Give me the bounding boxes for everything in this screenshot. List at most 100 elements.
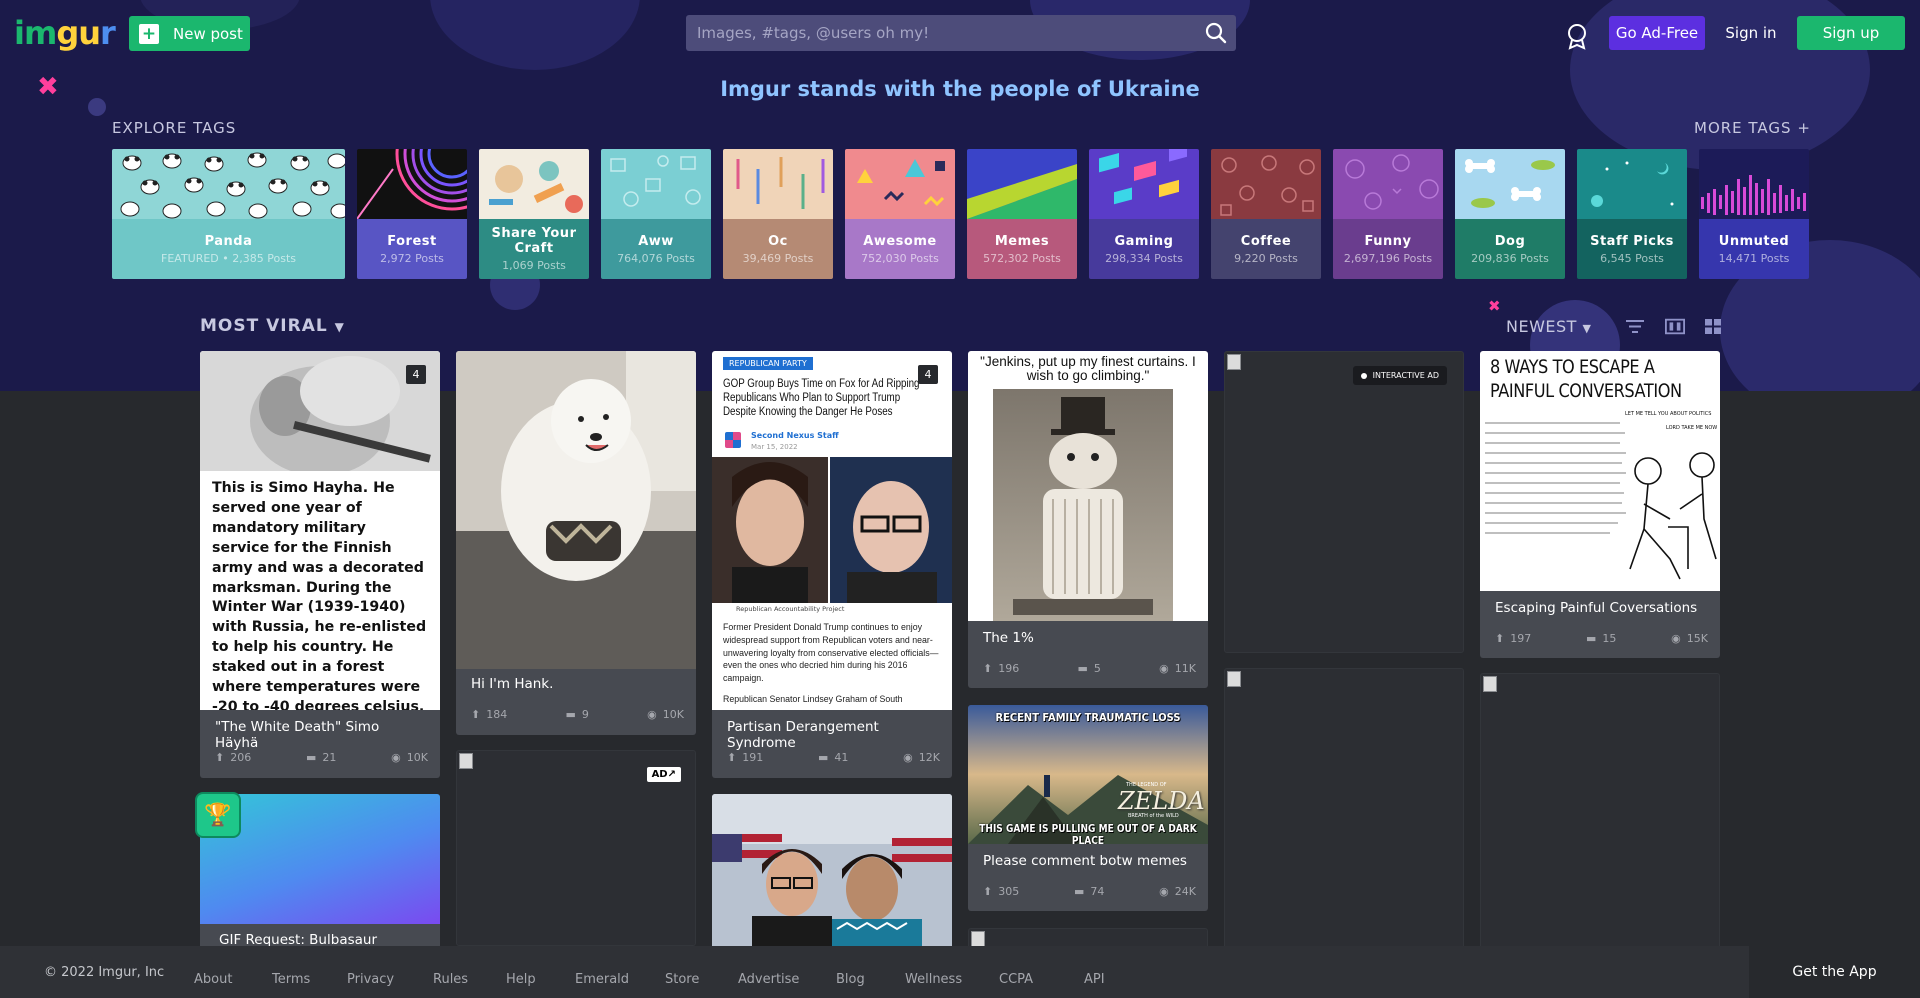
tag-name: Coffee: [1240, 233, 1292, 249]
new-post-button[interactable]: + New post: [129, 16, 250, 51]
upvote-icon[interactable]: ⬆: [727, 751, 736, 764]
views-icon: ◉: [391, 751, 401, 764]
sort-newest-dropdown[interactable]: NEWEST ▼: [1506, 317, 1592, 336]
post-card[interactable]: [712, 794, 952, 954]
tag-name: Funny: [1364, 233, 1412, 249]
soldier-photo: [200, 351, 440, 471]
grid-view-icon[interactable]: [1703, 318, 1723, 335]
post-title: Escaping Painful Coversations: [1495, 600, 1698, 616]
search-icon[interactable]: [1204, 21, 1228, 45]
post-image: [456, 351, 696, 669]
upvote-count: 196: [998, 662, 1020, 675]
footer-link-privacy[interactable]: Privacy: [347, 972, 394, 987]
footer-link-wellness[interactable]: Wellness: [905, 972, 962, 987]
tag-card-staff-picks[interactable]: Staff Picks 6,545 Posts: [1577, 149, 1687, 279]
imgur-logo[interactable]: imgur: [14, 14, 116, 52]
footer-link-rules[interactable]: Rules: [433, 972, 468, 987]
tag-count: 1,069 Posts: [502, 259, 566, 272]
cat-photo: [993, 389, 1173, 621]
tag-name: Forest: [387, 233, 437, 249]
tag-card-share-your-craft[interactable]: Share Your Craft 1,069 Posts: [479, 149, 589, 279]
post-card[interactable]: This is Simo Hayha. He served one year o…: [200, 351, 440, 778]
footer-link-advertise[interactable]: Advertise: [738, 972, 799, 987]
post-image: This is Simo Hayha. He served one year o…: [200, 351, 440, 710]
tag-count: FEATURED • 2,385 Posts: [161, 251, 296, 265]
post-stats: ⬆ 191 ▬ 41 ◉ 12K: [727, 751, 940, 764]
ad-slot[interactable]: AD↗: [456, 750, 696, 946]
upvote-icon[interactable]: ⬆: [983, 662, 992, 675]
broken-image-icon: [1483, 676, 1497, 692]
upvote-count: 197: [1510, 632, 1532, 645]
tag-card-forest[interactable]: Forest 2,972 Posts: [357, 149, 467, 279]
tag-card-memes[interactable]: Memes 572,302 Posts: [967, 149, 1077, 279]
sign-in-link[interactable]: Sign in: [1718, 16, 1784, 50]
search-input[interactable]: [686, 15, 1236, 51]
tag-card-oc[interactable]: Oc 39,469 Posts: [723, 149, 833, 279]
post-card[interactable]: Hi I'm Hank. ⬆ 184 ▬ 9 ◉ 10K: [456, 351, 696, 735]
ad-slot[interactable]: [1224, 668, 1464, 958]
interactive-ad-slot[interactable]: INTERACTIVE AD: [1224, 351, 1464, 653]
post-text: This is Simo Hayha. He served one year o…: [212, 480, 427, 710]
tag-name: Awesome: [863, 233, 937, 249]
tag-count: 39,469 Posts: [742, 251, 814, 265]
tag-name: Aww: [638, 233, 674, 249]
footer-link-terms[interactable]: Terms: [272, 972, 310, 987]
upvote-icon[interactable]: ⬆: [983, 885, 992, 898]
tag-count: 14,471 Posts: [1718, 251, 1790, 265]
post-card[interactable]: "Jenkins, put up my finest curtains. I w…: [968, 351, 1208, 688]
trophy-icon[interactable]: [1565, 22, 1589, 50]
panda-pattern: [120, 152, 345, 219]
tag-card-awesome[interactable]: Awesome 752,030 Posts: [845, 149, 955, 279]
tag-card-dog[interactable]: Dog 209,836 Posts: [1455, 149, 1565, 279]
post-image: [712, 794, 952, 954]
tag-art: [723, 149, 833, 219]
tag-art: [1333, 149, 1443, 219]
footer-link-store[interactable]: Store: [665, 972, 699, 987]
footer-link-api[interactable]: API: [1084, 972, 1105, 987]
article-source: Second Nexus Staff: [751, 431, 839, 440]
tag-art: [112, 149, 345, 219]
footer-link-help[interactable]: Help: [506, 972, 536, 987]
post-card[interactable]: RECENT FAMILY TRAUMATIC LOSS THE LEGEND …: [968, 705, 1208, 911]
sign-up-button[interactable]: Sign up: [1797, 16, 1905, 50]
article-body: Former President Donald Trump continues …: [723, 622, 939, 684]
ukraine-banner[interactable]: Imgur stands with the people of Ukraine: [0, 77, 1920, 101]
more-tags-link[interactable]: MORE TAGS +: [1694, 119, 1811, 137]
comment-count: 9: [581, 708, 589, 721]
post-title: "The White Death" Simo Häyhä: [215, 719, 380, 751]
tag-meta: Coffee 9,220 Posts: [1211, 219, 1321, 279]
article-headline: GOP Group Buys Time on Fox for Ad Rippin…: [723, 378, 920, 418]
interactive-ad-label: INTERACTIVE AD: [1372, 371, 1439, 380]
footer-link-blog[interactable]: Blog: [836, 972, 865, 987]
tag-card-coffee[interactable]: Coffee 9,220 Posts: [1211, 149, 1321, 279]
ad-label-badge[interactable]: AD↗: [646, 767, 681, 782]
upvote-icon[interactable]: ⬆: [471, 708, 480, 721]
view-count: 15K: [1686, 632, 1708, 645]
ad-slot[interactable]: [1480, 673, 1720, 958]
footer-link-emerald[interactable]: Emerald: [575, 972, 629, 987]
tag-card-aww[interactable]: Aww 764,076 Posts: [601, 149, 711, 279]
interactive-ad-badge: INTERACTIVE AD: [1352, 366, 1447, 385]
post-card[interactable]: REPUBLICAN PARTY GOP Group Buys Time on …: [712, 351, 952, 778]
go-ad-free-button[interactable]: Go Ad-Free: [1609, 16, 1705, 50]
tag-card-gaming[interactable]: Gaming 298,334 Posts: [1089, 149, 1199, 279]
tag-card-panda[interactable]: Panda FEATURED • 2,385 Posts: [112, 149, 345, 279]
post-card[interactable]: 8 WAYS TO ESCAPE A PAINFUL CONVERSATION …: [1480, 351, 1720, 658]
waterfall-view-icon[interactable]: [1665, 318, 1685, 335]
upvote-icon[interactable]: ⬆: [1495, 632, 1504, 645]
filter-icon[interactable]: [1625, 318, 1645, 335]
comic-speech-1: LET ME TELL YOU ABOUT POLITICS: [1625, 411, 1712, 417]
comic-title: 8 WAYS TO ESCAPE A PAINFUL CONVERSATION: [1490, 356, 1682, 402]
tag-card-unmuted[interactable]: Unmuted 14,471 Posts: [1699, 149, 1809, 279]
most-viral-dropdown[interactable]: MOST VIRAL ▼: [200, 316, 345, 336]
section-label: MOST VIRAL: [200, 316, 328, 336]
comment-icon: ▬: [817, 751, 829, 764]
footer-link-ccpa[interactable]: CCPA: [999, 972, 1033, 987]
get-the-app-button[interactable]: Get the App: [1749, 946, 1920, 998]
upvote-icon[interactable]: ⬆: [215, 751, 224, 764]
tag-name: Memes: [994, 233, 1050, 249]
tag-card-funny[interactable]: Funny 2,697,196 Posts: [1333, 149, 1443, 279]
post-title: Partisan Derangement Syndrome: [727, 719, 879, 751]
post-stats: ⬆ 197 ▬ 15 ◉ 15K: [1495, 632, 1708, 645]
footer-link-about[interactable]: About: [194, 972, 232, 987]
